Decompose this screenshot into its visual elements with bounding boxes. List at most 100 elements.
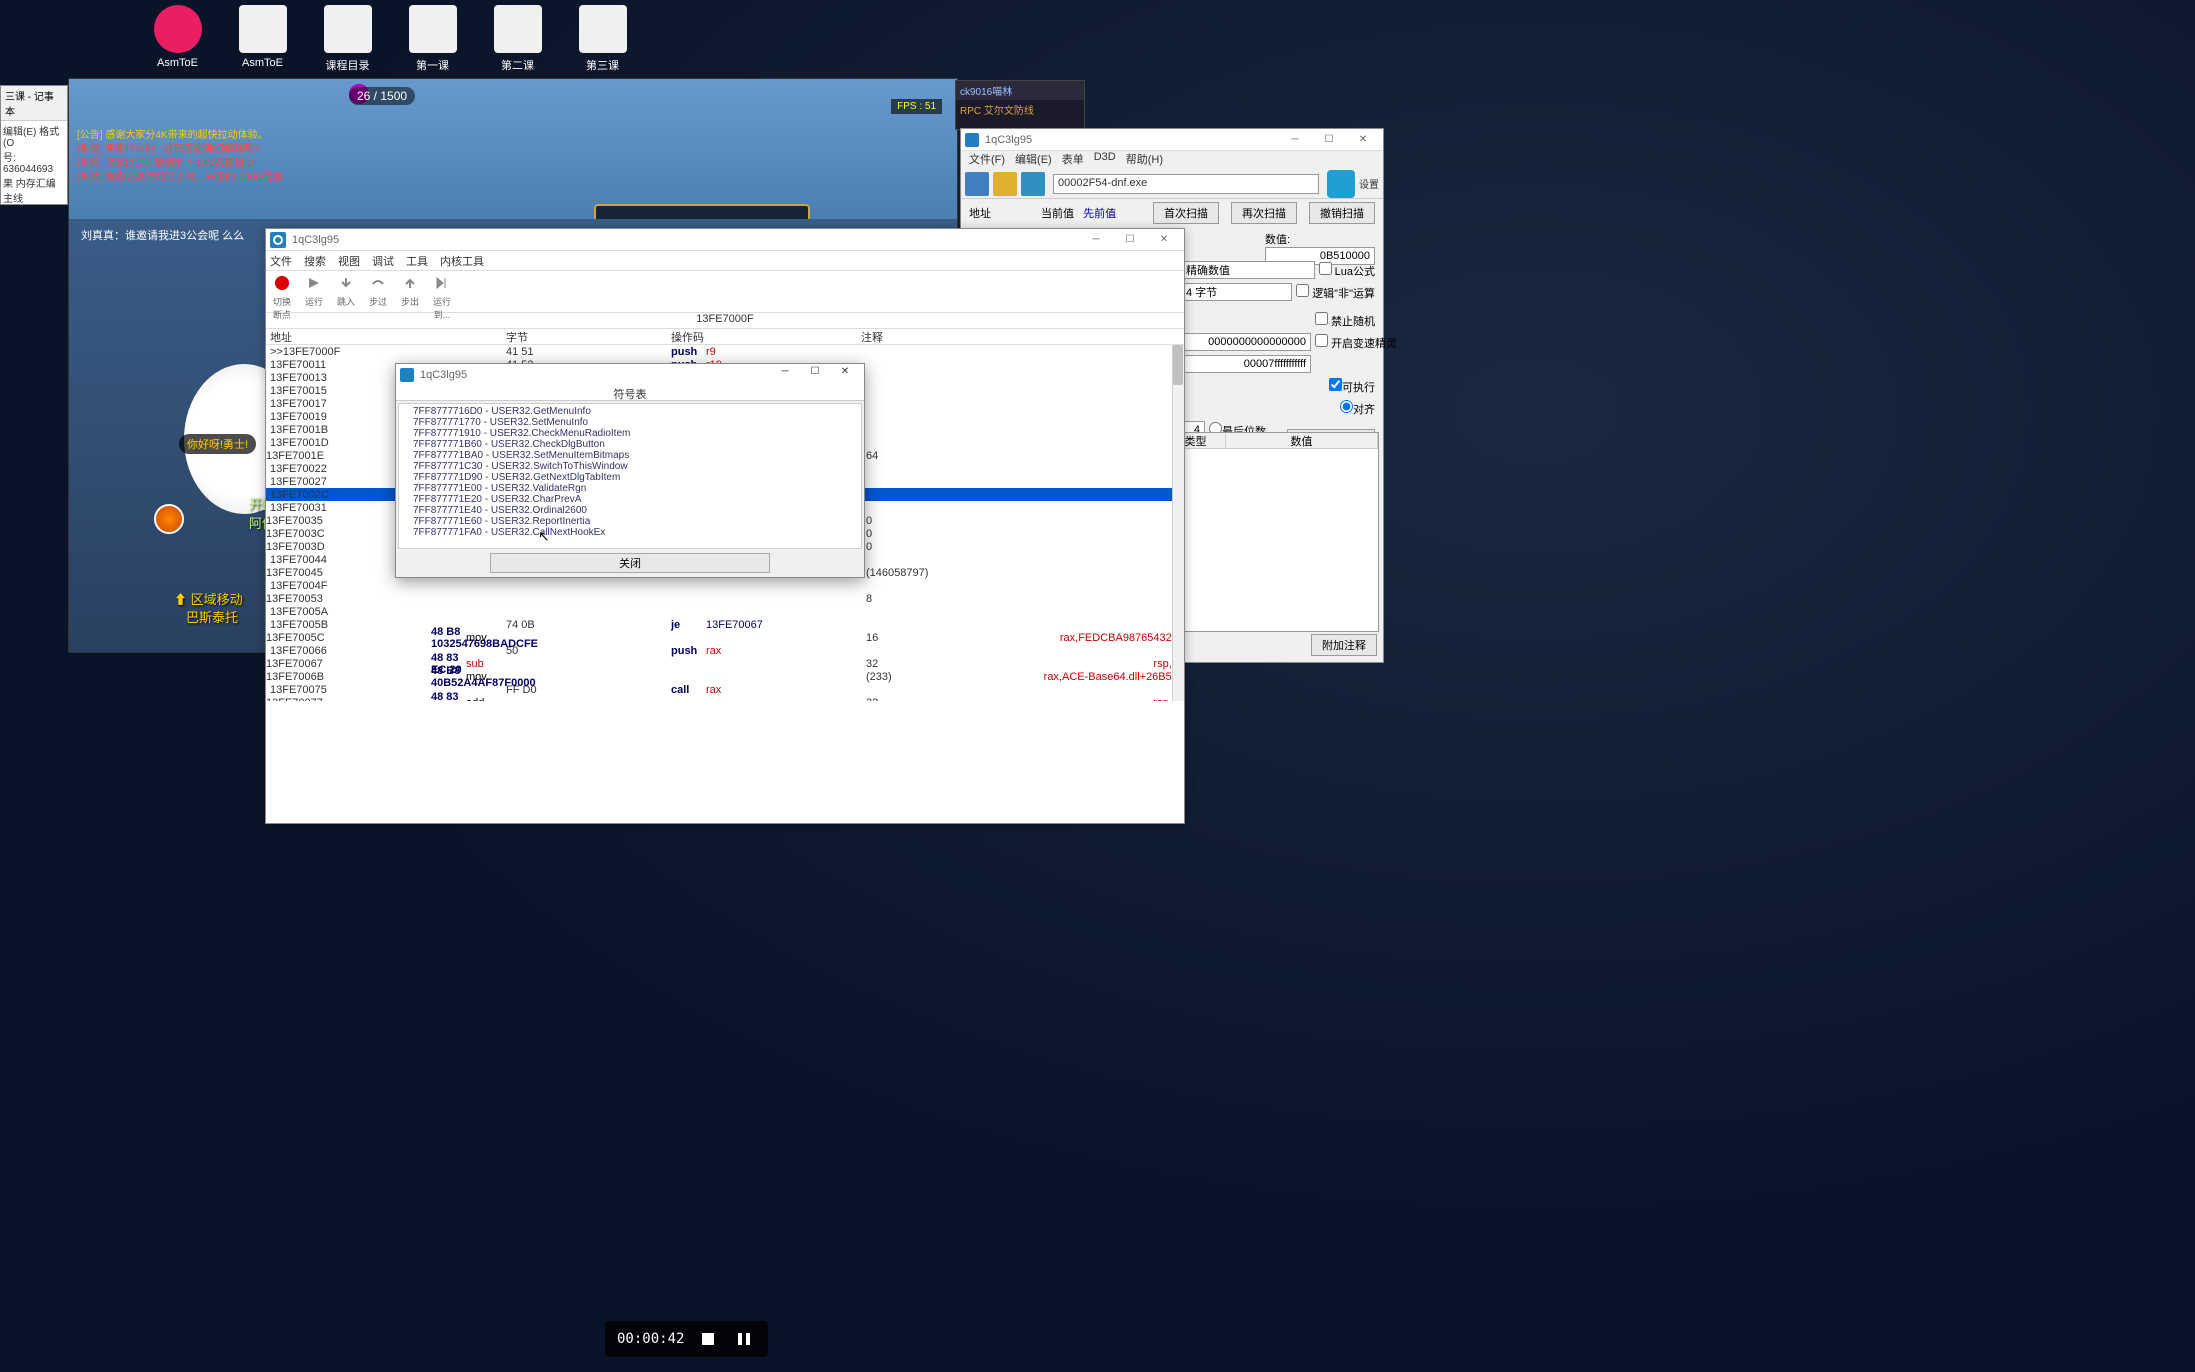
asm-row[interactable]: >>13FE7000F41 51pushr9	[266, 345, 1184, 358]
symbol-item[interactable]: 7FF877771E00 - USER32.ValidateRgn	[413, 483, 847, 494]
desktop-icon-asmtoe2[interactable]: AsmToE	[230, 5, 295, 73]
video-stop-button[interactable]	[696, 1327, 720, 1351]
symbol-item[interactable]: 7FF877771910 - USER32.CheckMenuRadioItem	[413, 428, 847, 439]
minimize-button[interactable]: ─	[1080, 231, 1112, 249]
symbol-table-dialog[interactable]: 1qC3lg95 ─ ☐ ✕ 符号表 7FF8777716D0 - USER32…	[395, 363, 865, 578]
col-opcode[interactable]: 操作码	[671, 329, 861, 344]
step-out-button[interactable]: 步出	[398, 273, 422, 308]
ce-process-name[interactable]: 00002F54-dnf.exe	[1053, 174, 1319, 194]
symbol-maximize-button[interactable]: ☐	[800, 366, 830, 384]
breakpoint-button[interactable]: 切换断点	[270, 273, 294, 321]
ce-lua-checkbox[interactable]	[1319, 262, 1332, 275]
asm-row[interactable]: (233)13FE7006B48 B8 40B52A4AF87F0000movr…	[266, 670, 1184, 683]
desktop-icon-lesson2[interactable]: 第二课	[485, 5, 550, 73]
symbol-item[interactable]: 7FF877771E20 - USER32.CharPrevA	[413, 494, 847, 505]
asm-row[interactable]: 3213FE7006748 83 EC 20subrsp,20	[266, 657, 1184, 670]
ce-banner-icon[interactable]	[1327, 170, 1355, 198]
col-address[interactable]: 地址	[266, 329, 506, 344]
symbol-item[interactable]: 7FF877771D90 - USER32.GetNextDlgTabItem	[413, 472, 847, 483]
symbol-item[interactable]: 7FF877771C30 - USER32.SwitchToThisWindow	[413, 461, 847, 472]
ce-minimize-button[interactable]: ─	[1279, 131, 1311, 149]
video-controls[interactable]: 00:00:42	[605, 1321, 768, 1357]
ce-settings-label[interactable]: 设置	[1359, 176, 1379, 191]
ce-random-checkbox[interactable]	[1315, 312, 1328, 325]
symbol-item[interactable]: 7FF877771770 - USER32.SetMenuInfo	[413, 417, 847, 428]
ce-exec-checkbox[interactable]	[1329, 378, 1342, 391]
ce-maximize-button[interactable]: ☐	[1313, 131, 1345, 149]
ce-menu-d3d[interactable]: D3D	[1094, 151, 1116, 169]
debugger-menubar[interactable]: 文件 搜索 视图 调试 工具 内核工具	[266, 251, 1184, 271]
ce-open-process-icon[interactable]	[965, 172, 989, 196]
asm-scrollbar[interactable]	[1172, 345, 1184, 701]
run-to-button[interactable]: 运行到...	[430, 273, 454, 321]
notepad-content: 编辑(E) 格式(O 号: 636044693 果 内存汇编 主线 70000	[1, 121, 67, 205]
maximize-button[interactable]: ☐	[1114, 231, 1146, 249]
ce-menu-file[interactable]: 文件(F)	[969, 151, 1005, 169]
notepad-window[interactable]: 三课 - 记事本 编辑(E) 格式(O 号: 636044693 果 内存汇编 …	[0, 85, 68, 205]
symbol-item[interactable]: 7FF877771E60 - USER32.ReportInertia	[413, 516, 847, 527]
col-comment[interactable]: 注释	[861, 329, 1184, 344]
menu-debug[interactable]: 调试	[372, 253, 394, 269]
desktop-icon-lesson3[interactable]: 第三课	[570, 5, 635, 73]
video-pause-button[interactable]	[732, 1327, 756, 1351]
symbol-close-button[interactable]: ✕	[830, 366, 860, 384]
ce-not-checkbox[interactable]	[1296, 284, 1309, 297]
symbol-titlebar[interactable]: 1qC3lg95 ─ ☐ ✕	[396, 364, 864, 386]
ce-align-radio[interactable]	[1340, 400, 1353, 413]
symbol-item[interactable]: 7FF877771B60 - USER32.CheckDlgButton	[413, 439, 847, 450]
symbol-item[interactable]: 7FF877771FA0 - USER32.CallNextHookEx	[413, 527, 847, 538]
symbol-minimize-button[interactable]: ─	[770, 366, 800, 384]
ce-attach-note-button[interactable]: 附加注释	[1311, 634, 1377, 656]
ce-scan-type-select[interactable]: 精确数值	[1181, 261, 1315, 279]
step-over-button[interactable]: 步过	[366, 273, 390, 308]
desktop-icon-course[interactable]: 课程目录	[315, 5, 380, 73]
symbol-close-action[interactable]: 关闭	[490, 553, 770, 573]
menu-tools[interactable]: 工具	[406, 253, 428, 269]
symbol-tab[interactable]: 符号表	[396, 386, 864, 401]
step-into-button[interactable]: 跳入	[334, 273, 358, 308]
asm-row[interactable]: 1613FE7005C48 B8 1032547698BADCFEmovrax,…	[266, 631, 1184, 644]
desktop-icon-asmtoe1[interactable]: AsmToE	[145, 5, 210, 73]
ce-range-lo-input[interactable]	[1181, 333, 1311, 351]
asm-row[interactable]: 13FE7005A	[266, 605, 1184, 618]
asm-row[interactable]: 13FE70075FF D0callrax	[266, 683, 1184, 696]
game-player-avatar[interactable]	[154, 504, 184, 534]
ce-next-scan-button[interactable]: 再次扫描	[1231, 202, 1297, 224]
menu-kernel[interactable]: 内核工具	[440, 253, 484, 269]
symbol-list[interactable]: 7FF8777716D0 - USER32.GetMenuInfo7FF8777…	[398, 403, 862, 549]
ce-speed-checkbox[interactable]	[1315, 334, 1328, 347]
menu-view[interactable]: 视图	[338, 253, 360, 269]
game-chat-log: [公告] 感谢大家分4K带来的超快拉动体验。 [系统] 平衡什么的...这玩意能…	[77, 129, 283, 185]
notepad-titlebar[interactable]: 三课 - 记事本	[1, 86, 67, 121]
asm-row[interactable]: 813FE70053	[266, 592, 1184, 605]
game-zone-marker[interactable]: ⬆ 区域移动	[174, 589, 243, 608]
asm-row[interactable]: 13FE7004F	[266, 579, 1184, 592]
ce-value-type-select[interactable]: 4 字节	[1181, 283, 1292, 301]
ce-save-icon[interactable]	[1021, 172, 1045, 196]
ce-menu-help[interactable]: 帮助(H)	[1126, 151, 1163, 169]
symbol-item[interactable]: 7FF8777716D0 - USER32.GetMenuInfo	[413, 406, 847, 417]
debugger-titlebar[interactable]: 1qC3lg95 ─ ☐ ✕	[266, 229, 1184, 251]
asm-row[interactable]: 13FE7005B74 0Bje13FE70067	[266, 618, 1184, 631]
symbol-item[interactable]: 7FF877771BA0 - USER32.SetMenuItemBitmaps	[413, 450, 847, 461]
ce-titlebar[interactable]: 1qC3lg95 ─ ☐ ✕	[961, 129, 1383, 151]
ce-first-scan-button[interactable]: 首次扫描	[1153, 202, 1219, 224]
asm-row[interactable]: 3213FE7007748 83 C4 20addrsp,20	[266, 696, 1184, 701]
ce-menu-table[interactable]: 表单	[1062, 151, 1084, 169]
col-bytes[interactable]: 字节	[506, 329, 671, 344]
desktop-icon-lesson1[interactable]: 第一课	[400, 5, 465, 73]
ce-open-file-icon[interactable]	[993, 172, 1017, 196]
ce-close-button[interactable]: ✕	[1347, 131, 1379, 149]
ce-col-value[interactable]: 数值	[1226, 433, 1378, 448]
desktop-icon-label: 第二课	[485, 57, 550, 73]
menu-file[interactable]: 文件	[270, 253, 292, 269]
asm-row[interactable]: 13FE7006650pushrax	[266, 644, 1184, 657]
run-button[interactable]: 运行	[302, 273, 326, 308]
ce-undo-scan-button[interactable]: 撤销扫描	[1309, 202, 1375, 224]
menu-search[interactable]: 搜索	[304, 253, 326, 269]
symbol-item[interactable]: 7FF877771E40 - USER32.Ordinal2600	[413, 505, 847, 516]
ce-menubar[interactable]: 文件(F) 编辑(E) 表单 D3D 帮助(H)	[961, 151, 1383, 169]
ce-menu-edit[interactable]: 编辑(E)	[1015, 151, 1052, 169]
close-button[interactable]: ✕	[1148, 231, 1180, 249]
ce-range-hi-input[interactable]	[1181, 355, 1311, 373]
